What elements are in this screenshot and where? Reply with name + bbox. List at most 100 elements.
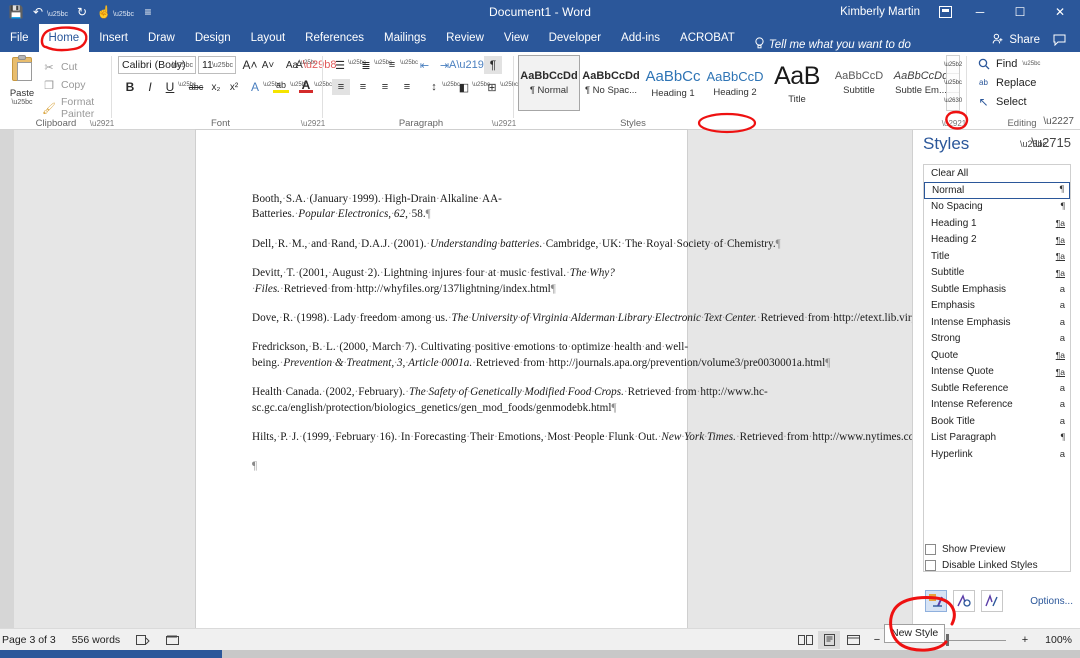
style-gallery-subtitle[interactable]: AaBbCcD Subtitle [828,55,890,111]
styles-options-link[interactable]: Options... [1030,596,1073,607]
strikethrough-icon[interactable]: abc [186,80,206,94]
touch-mode-icon[interactable]: ☝ [94,2,114,22]
account-name[interactable]: Kimberly Martin [830,6,930,18]
styles-gallery-more-icon[interactable]: \u2630 [944,93,962,110]
find-button[interactable]: Find \u25bc [976,56,1040,71]
tab-developer[interactable]: Developer [539,24,611,52]
document-body[interactable]: Booth,·S.A.·(January·1999).·High-Drain·A… [252,192,1046,489]
close-button[interactable]: ✕ [1040,0,1080,24]
web-layout-view-button[interactable] [842,631,864,649]
shading-icon[interactable]: ◧ [456,79,472,95]
style-list-item-list-paragraph[interactable]: List Paragraph ¶ [924,430,1070,447]
align-center-icon[interactable]: ≡ [354,79,372,95]
tab-home[interactable]: Home [38,24,90,52]
multilevel-list-icon[interactable]: ≡ [384,57,400,73]
show-hide-formatting-icon[interactable]: ¶ [484,56,502,74]
borders-icon[interactable]: ⊞ [484,79,500,95]
decrease-indent-icon[interactable]: ⇤ [416,57,433,73]
clipboard-dialog-launcher[interactable]: \u2921 [90,116,114,128]
align-right-icon[interactable]: ≡ [376,79,394,95]
tab-addins[interactable]: Add-ins [611,24,670,52]
bold-icon[interactable]: B [122,79,138,95]
collapse-ribbon-icon[interactable]: \u2227 [1043,116,1074,127]
disable-linked-styles-checkbox[interactable]: Disable Linked Styles [925,560,1038,571]
tab-acrobat[interactable]: ACROBAT [670,24,745,52]
font-dialog-launcher[interactable]: \u2921 [301,116,325,128]
grow-font-icon[interactable]: A˄ [242,57,258,73]
tab-draw[interactable]: Draw [138,24,185,52]
font-name-dropdown-icon[interactable]: \u25bc [172,62,193,69]
style-list-item-subtle-emphasis[interactable]: Subtle Emphasis a [924,281,1070,298]
style-gallery-normal[interactable]: AaBbCcDd ¶ Normal [518,55,580,111]
paragraph-dialog-launcher[interactable]: \u2921 [492,116,516,128]
zoom-level[interactable]: 100% [1038,634,1072,646]
justify-icon[interactable]: ≡ [398,79,416,95]
tab-insert[interactable]: Insert [89,24,138,52]
numbering-icon[interactable]: ≣ [358,57,374,73]
touch-mode-dropdown-icon[interactable]: \u25bc [113,7,134,18]
font-size-input[interactable]: 11 \u25bc [198,56,236,74]
tab-layout[interactable]: Layout [241,24,296,52]
style-list-item-no-spacing[interactable]: No Spacing ¶ [924,199,1070,216]
font-size-dropdown-icon[interactable]: \u25bc [212,62,233,69]
find-dropdown-icon[interactable]: \u25bc [1022,61,1040,67]
copy-button[interactable]: ❐ Copy [42,78,85,92]
replace-button[interactable]: ab Replace [976,75,1036,90]
zoom-slider-thumb[interactable] [946,633,949,646]
bullets-icon[interactable]: ☰ [332,57,348,73]
text-effects-icon[interactable]: A [248,79,262,95]
undo-icon[interactable]: ↶ [28,2,48,22]
comments-icon[interactable] [1044,28,1074,52]
save-icon[interactable]: 💾 [6,2,26,22]
share-button[interactable]: Share [992,33,1040,48]
borders-dropdown-icon[interactable]: \u25bc [500,82,518,88]
align-left-icon[interactable]: ≡ [332,79,350,95]
style-list-item-clear-all[interactable]: Clear All [924,165,1070,182]
style-gallery-title[interactable]: AaB Title [766,55,828,111]
style-inspector-button[interactable] [953,590,975,612]
manage-styles-button[interactable] [981,590,1003,612]
style-list-item-strong[interactable]: Strong a [924,331,1070,348]
shrink-font-icon[interactable]: A˅ [260,57,276,73]
font-name-input[interactable]: Calibri (Body) \u25bc [118,56,196,74]
style-gallery-no-spacing[interactable]: AaBbCcDd ¶ No Spac... [580,55,642,111]
show-preview-checkbox[interactable]: Show Preview [925,544,1038,555]
paste-dropdown-icon[interactable]: \u25bc [2,99,42,106]
styles-gallery-scroll[interactable]: \u25b2 \u25bc \u2630 [944,55,962,111]
styles-dialog-launcher[interactable]: \u2921 [942,116,966,128]
styles-list[interactable]: Clear All Normal ¶ No Spacing ¶ Heading … [923,164,1071,572]
subscript-icon[interactable]: x₂ [208,80,224,94]
style-list-item-normal[interactable]: Normal ¶ [924,181,1070,199]
tab-review[interactable]: Review [436,24,494,52]
styles-gallery-scroll-down-icon[interactable]: \u25bc [944,74,962,93]
style-list-item-title[interactable]: Title ¶a [924,248,1070,265]
paste-button[interactable]: Paste \u25bc [2,55,42,106]
document-page[interactable]: Booth,·S.A.·(January·1999).·High-Drain·A… [196,130,1046,628]
select-button[interactable]: ↖ Select [976,94,1026,109]
style-list-item-heading-1[interactable]: Heading 1 ¶a [924,215,1070,232]
zoom-in-button[interactable]: + [1014,631,1036,649]
redo-icon[interactable]: ↻ [72,2,92,22]
maximize-button[interactable]: ☐ [1000,0,1040,24]
italic-icon[interactable]: I [142,79,158,95]
style-list-item-subtitle[interactable]: Subtitle ¶a [924,265,1070,282]
underline-icon[interactable]: U [162,79,178,95]
style-list-item-book-title[interactable]: Book Title a [924,413,1070,430]
tab-mailings[interactable]: Mailings [374,24,436,52]
undo-dropdown-icon[interactable]: \u25bc [47,7,68,18]
ribbon-display-options-icon[interactable] [930,0,960,24]
style-gallery-subtle-emphasis[interactable]: AaBbCcDd Subtle Em... [890,55,952,111]
read-mode-view-button[interactable] [794,631,816,649]
language-icon[interactable] [158,634,187,646]
tab-file[interactable]: File [0,24,39,52]
tab-design[interactable]: Design [185,24,241,52]
tab-references[interactable]: References [295,24,374,52]
style-list-item-intense-quote[interactable]: Intense Quote ¶a [924,364,1070,381]
word-count[interactable]: 556 words [64,634,128,646]
cut-button[interactable]: ✂ Cut [42,60,77,74]
style-list-item-emphasis[interactable]: Emphasis a [924,298,1070,315]
line-spacing-icon[interactable]: ↕ [426,79,442,95]
style-list-item-quote[interactable]: Quote ¶a [924,347,1070,364]
styles-gallery-scroll-up-icon[interactable]: \u25b2 [944,56,962,75]
style-gallery-heading-2[interactable]: AaBbCcD Heading 2 [704,55,766,111]
